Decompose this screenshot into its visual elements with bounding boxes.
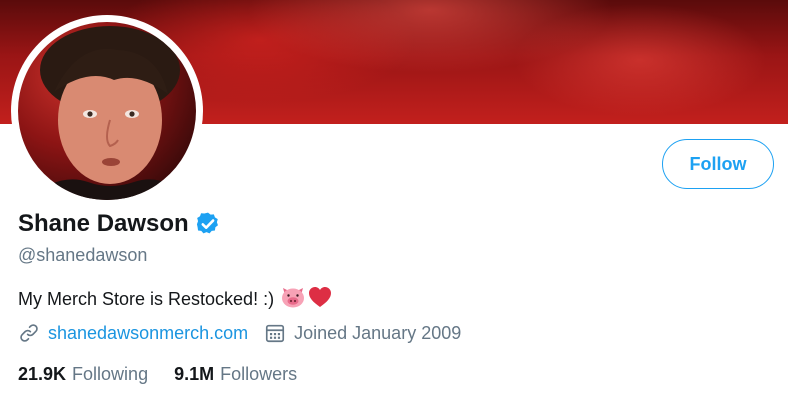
profile-meta: shanedawsonmerch.com Joined January 2009 xyxy=(18,322,461,344)
followers-count: 9.1M xyxy=(174,364,215,384)
website-link[interactable]: shanedawsonmerch.com xyxy=(48,323,248,344)
followers-label: Followers xyxy=(220,364,298,384)
following-count: 21.9K xyxy=(18,364,67,384)
following-stat[interactable]: 21.9K Following xyxy=(18,364,148,385)
following-label: Following xyxy=(72,364,149,384)
display-name: Shane Dawson xyxy=(18,210,189,237)
joined-date: Joined January 2009 xyxy=(264,322,461,344)
calendar-icon xyxy=(264,322,286,344)
joined-text: Joined January 2009 xyxy=(294,322,462,343)
profile-bio: My Merch Store is Restocked! :) xyxy=(18,285,332,314)
link-icon xyxy=(18,322,40,344)
profile-handle: @shanedawson xyxy=(18,245,148,265)
bio-text: My Merch Store is Restocked! :) xyxy=(18,289,275,309)
profile-stats: 21.9K Following 9.1M Followers xyxy=(18,364,323,385)
profile-name-row: Shane Dawson xyxy=(18,210,221,238)
verified-badge-icon xyxy=(195,211,221,237)
followers-stat[interactable]: 9.1M Followers xyxy=(174,364,297,385)
red-heart-icon xyxy=(308,286,332,313)
avatar[interactable] xyxy=(18,22,196,200)
follow-button[interactable]: Follow xyxy=(662,139,774,189)
pig-face-icon xyxy=(280,285,306,314)
avatar-photo xyxy=(28,26,188,200)
